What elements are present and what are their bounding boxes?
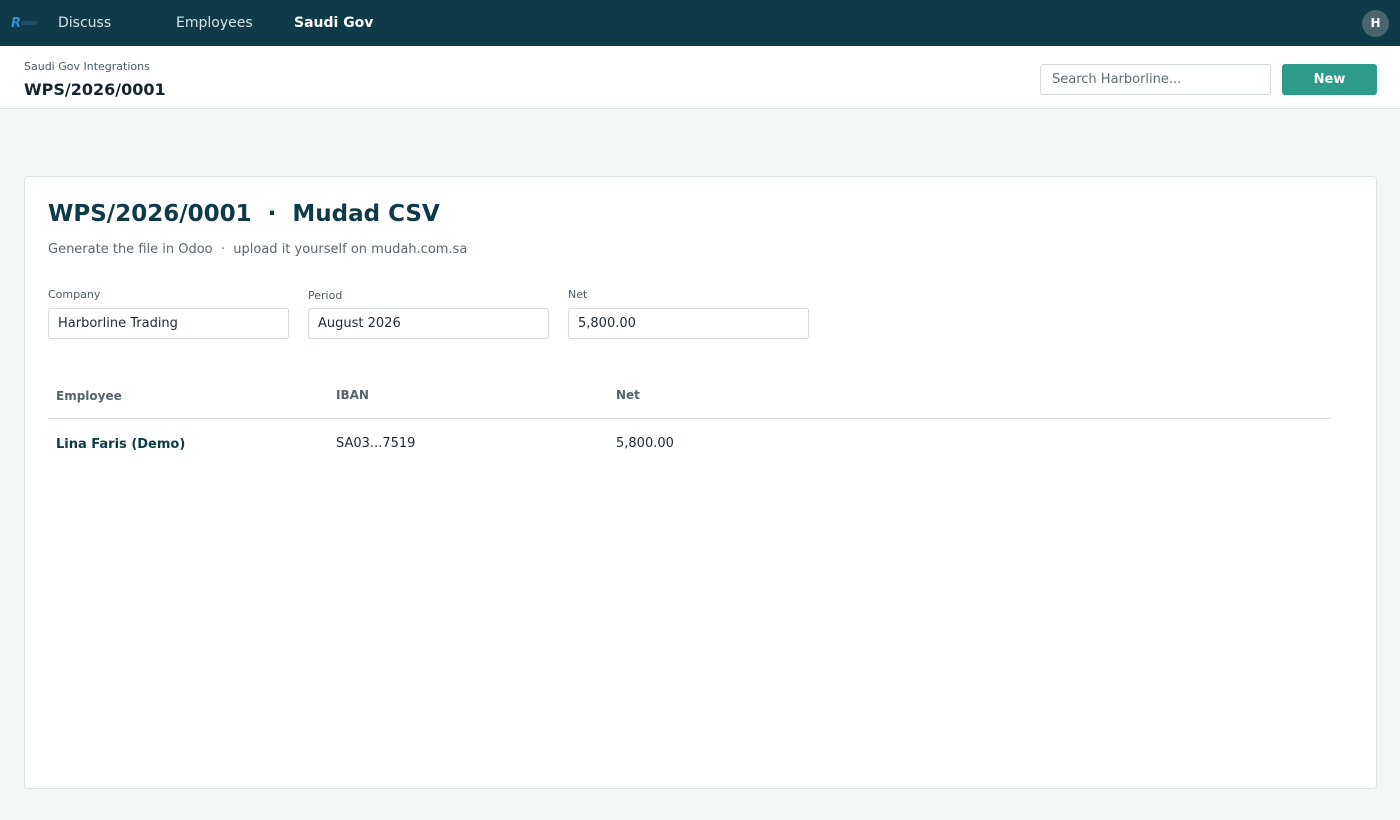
- svg-text:R: R: [11, 16, 21, 31]
- brand-logo-icon[interactable]: R: [10, 13, 40, 33]
- company-field[interactable]: [48, 308, 289, 339]
- user-avatar[interactable]: H: [1362, 10, 1389, 37]
- search-input[interactable]: [1040, 64, 1271, 95]
- sheet-subtitle: Generate the file in Odoo · upload it yo…: [48, 242, 468, 257]
- nav-item-discuss[interactable]: Discuss: [58, 15, 111, 31]
- period-field[interactable]: [308, 308, 549, 339]
- nav-item-saudi-gov[interactable]: Saudi Gov: [294, 15, 373, 31]
- column-header-iban[interactable]: IBAN: [336, 388, 369, 402]
- net-label: Net: [568, 288, 588, 301]
- form-sheet: WPS/2026/0001 · Mudad CSV Generate the f…: [24, 176, 1377, 789]
- net-cell: 5,800.00: [616, 436, 674, 451]
- employee-cell[interactable]: Lina Faris (Demo): [56, 437, 185, 452]
- control-panel: Saudi Gov Integrations WPS/2026/0001 New: [0, 46, 1400, 109]
- period-label: Period: [308, 289, 343, 302]
- page-title: WPS/2026/0001: [24, 80, 166, 99]
- column-header-employee[interactable]: Employee: [56, 389, 122, 403]
- iban-cell: SA03...7519: [336, 436, 416, 451]
- nav-item-employees[interactable]: Employees: [176, 15, 253, 31]
- table-header-divider: [48, 418, 1331, 419]
- company-label: Company: [48, 288, 101, 301]
- top-navbar: R Discuss Employees Saudi Gov H: [0, 0, 1400, 46]
- new-button[interactable]: New: [1282, 64, 1377, 95]
- sheet-title: WPS/2026/0001 · Mudad CSV: [48, 201, 440, 227]
- net-field[interactable]: [568, 308, 809, 339]
- breadcrumb[interactable]: Saudi Gov Integrations: [24, 60, 150, 73]
- column-header-net[interactable]: Net: [616, 388, 640, 402]
